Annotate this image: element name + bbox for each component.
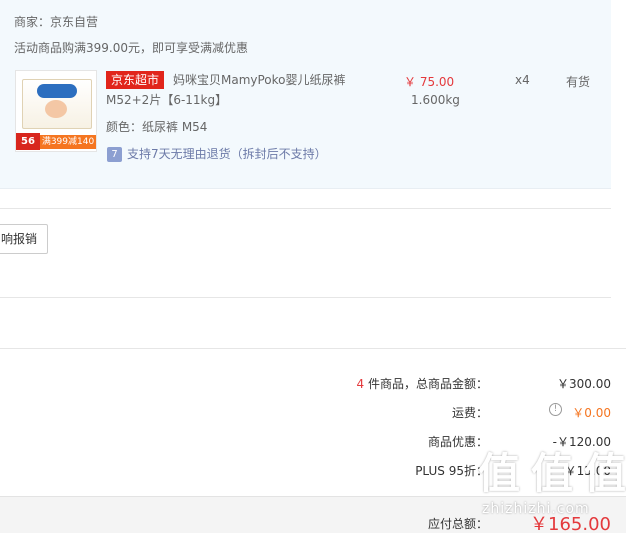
return-policy: 7 支持7天无理由退货（拆封后不支持）	[107, 145, 327, 162]
discount-amount: -￥120.00	[552, 435, 611, 449]
total-amount: ￥165.00	[530, 514, 611, 535]
discount-label: 商品优惠：	[427, 435, 488, 449]
baby-image-icon	[45, 100, 67, 118]
goods-amount: ￥300.00	[557, 377, 611, 391]
pack-count-badge: 56	[16, 133, 40, 150]
merchant-label: 商家：京东自营	[14, 15, 99, 29]
item-price: ￥ 75.00	[404, 75, 455, 89]
item-quantity: x4	[515, 73, 530, 87]
plus-discount-amount: -￥15.00	[560, 464, 611, 478]
invoice-button[interactable]: 响报销	[0, 224, 48, 254]
stock-status: 有货	[566, 75, 591, 89]
brand-logo-icon	[37, 84, 77, 98]
info-icon[interactable]: !	[549, 403, 562, 416]
product-title-line2[interactable]: M52+2片【6-11kg】	[106, 92, 227, 108]
promo-notice: 活动商品购满399.00元，即可享受满减优惠	[14, 41, 248, 55]
product-thumbnail[interactable]: 56 满399减140	[15, 70, 97, 152]
item-weight: 1.600kg	[411, 93, 460, 107]
goods-total-label: 4 件商品，总商品金额：	[356, 377, 488, 391]
jd-supermarket-tag: 京东超市	[106, 71, 165, 89]
order-item-panel: 商家：京东自营 活动商品购满399.00元，即可享受满减优惠 56 满399减1…	[0, 0, 611, 189]
product-attribute: 颜色：纸尿裤 M54	[106, 120, 208, 134]
plus-discount-label: PLUS 95折：	[415, 464, 488, 478]
divider	[0, 297, 611, 298]
deal-badge: 满399减140	[40, 135, 96, 149]
return-7day-icon: 7	[107, 147, 122, 162]
divider	[0, 208, 611, 209]
total-label: 应付总额：	[427, 517, 488, 531]
shipping-amount: ￥0.00	[572, 406, 611, 420]
divider	[0, 348, 626, 349]
product-title-link[interactable]: 妈咪宝贝MamyPoko婴儿纸尿裤	[173, 71, 346, 89]
diaper-pack-image	[22, 79, 92, 129]
shipping-label: 运费：	[451, 406, 488, 420]
return-policy-text: 支持7天无理由退货（拆封后不支持）	[127, 147, 327, 161]
